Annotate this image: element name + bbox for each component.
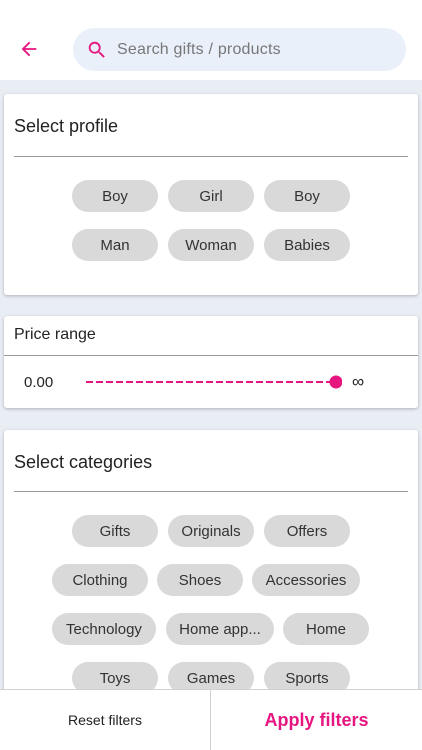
profile-divider bbox=[14, 156, 408, 157]
search-input[interactable] bbox=[117, 40, 377, 59]
arrow-left-icon bbox=[21, 41, 37, 57]
category-chip[interactable]: Shoes bbox=[157, 564, 243, 596]
slider-thumb bbox=[329, 375, 342, 389]
category-chip[interactable]: Originals bbox=[168, 515, 254, 547]
category-chip[interactable]: Home app... bbox=[166, 613, 274, 645]
search-bar[interactable] bbox=[73, 28, 406, 71]
price-min-label: 0.00 bbox=[24, 374, 54, 391]
category-chip[interactable]: Technology bbox=[52, 613, 156, 645]
categories-title: Select categories bbox=[14, 452, 153, 472]
category-chip[interactable]: Accessories bbox=[252, 564, 360, 596]
category-chip[interactable]: Home bbox=[283, 613, 369, 645]
search-icon bbox=[85, 38, 109, 62]
category-chip[interactable]: Clothing bbox=[52, 564, 148, 596]
top-bar bbox=[0, 0, 422, 80]
profile-chip[interactable]: Girl bbox=[168, 180, 254, 212]
profile-title: Select profile bbox=[14, 116, 119, 136]
apply-filters-button[interactable]: Apply filters bbox=[211, 690, 422, 750]
price-max-label: ∞ bbox=[352, 372, 365, 391]
category-chip[interactable]: Gifts bbox=[72, 515, 158, 547]
price-card: Price range 0.00 ∞ bbox=[4, 316, 418, 408]
price-title: Price range bbox=[14, 326, 96, 343]
profile-chip[interactable]: Boy bbox=[264, 180, 350, 212]
price-slider[interactable] bbox=[86, 371, 342, 393]
categories-divider bbox=[14, 491, 408, 492]
profile-chip[interactable]: Man bbox=[72, 229, 158, 261]
reset-filters-button[interactable]: Reset filters bbox=[0, 690, 210, 750]
back-button[interactable] bbox=[12, 32, 46, 66]
profile-chip[interactable]: Boy bbox=[72, 180, 158, 212]
profile-chip[interactable]: Woman bbox=[168, 229, 254, 261]
profile-card: Select profile Boy Girl Boy Man Woman Ba… bbox=[4, 94, 418, 295]
profile-chip[interactable]: Babies bbox=[264, 229, 350, 261]
price-divider bbox=[4, 355, 418, 356]
bottom-action-bar: Reset filters Apply filters bbox=[0, 689, 422, 750]
category-chip[interactable]: Offers bbox=[264, 515, 350, 547]
categories-card: Select categories Gifts Originals Offers… bbox=[4, 430, 418, 720]
